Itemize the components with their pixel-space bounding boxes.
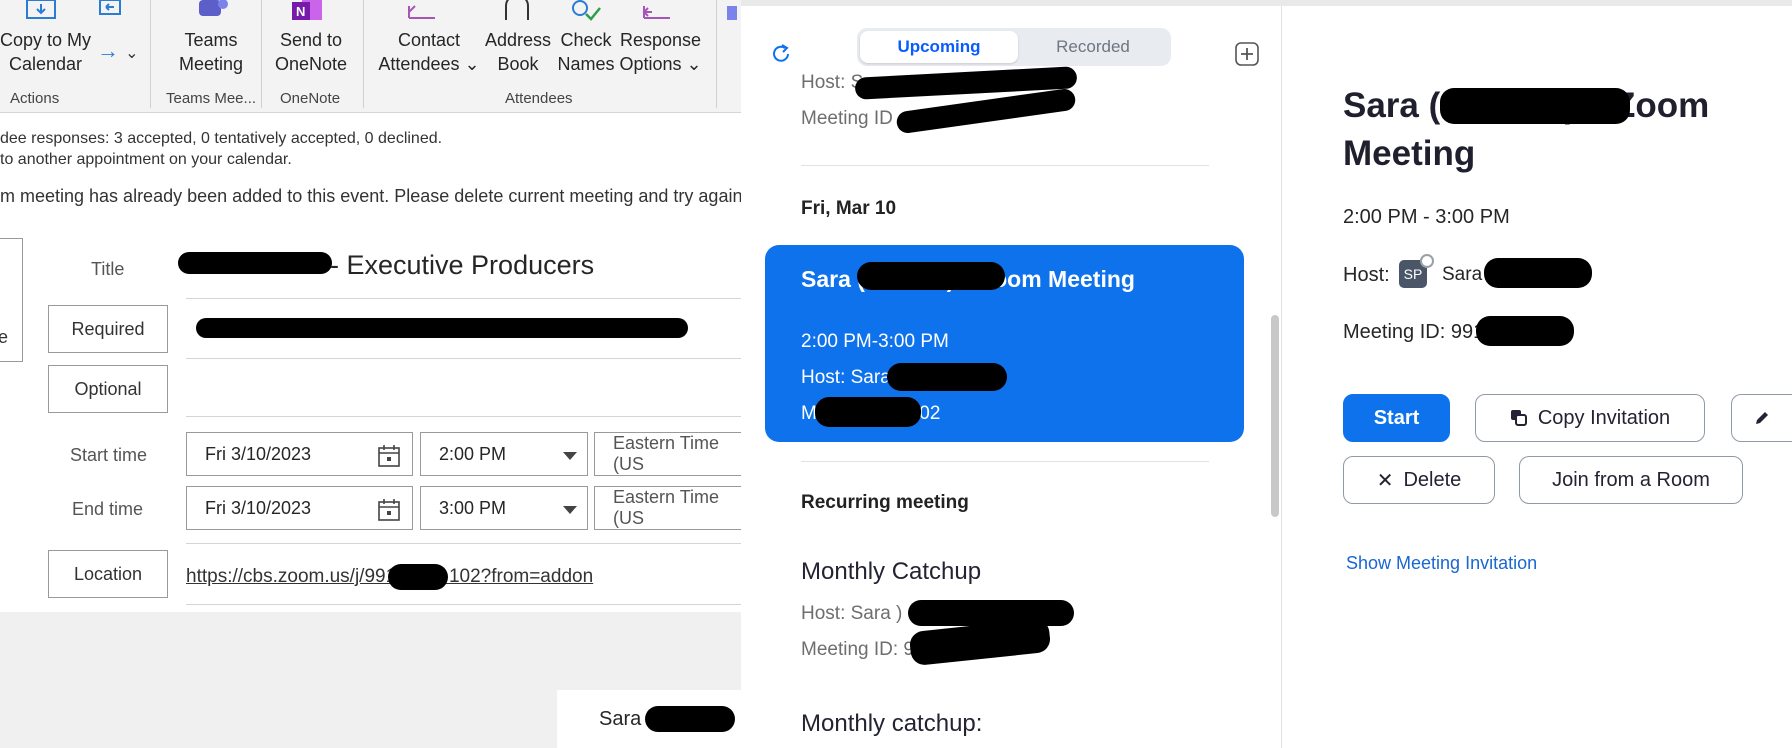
start-time-select[interactable]: 2:00 PM <box>420 432 588 476</box>
check-names-icon <box>572 0 601 21</box>
start-timezone-select[interactable]: Eastern Time (US <box>594 432 754 476</box>
end-timezone-select[interactable]: Eastern Time (US <box>594 486 754 530</box>
meeting-id: Meeting ID: 9 <box>801 639 914 660</box>
tab-recorded[interactable]: Recorded <box>1018 31 1168 63</box>
copy-icon <box>1510 410 1527 426</box>
end-date-picker[interactable]: Fri 3/10/2023 <box>186 486 413 530</box>
delete-button[interactable]: ✕ Delete <box>1343 456 1495 504</box>
contact-attendees-icon <box>408 5 435 19</box>
meeting-card-selected[interactable]: Sara (she/her)'s Zoom Meeting 2:00 PM-3:… <box>765 245 1244 442</box>
outlook-ribbon: Copy to My Calendar → ⌄ Teams Meeting N … <box>0 0 741 113</box>
required-attendees-input[interactable] <box>186 318 741 340</box>
teams-meeting-button[interactable]: Teams Meeting <box>165 28 257 76</box>
detail-host-label: Host: <box>1343 264 1390 286</box>
redaction <box>908 600 1074 626</box>
detail-time: 2:00 PM - 3:00 PM <box>1343 206 1510 228</box>
show-meeting-invitation-link[interactable]: Show Meeting Invitation <box>1346 553 1537 574</box>
calendar-icon <box>378 499 400 521</box>
group-attendees: Attendees <box>505 90 573 107</box>
scrollbar-thumb[interactable] <box>1271 315 1279 517</box>
chevron-down-icon <box>563 506 577 514</box>
status-indicator-icon <box>1420 254 1434 268</box>
start-button[interactable]: Start <box>1343 394 1450 442</box>
meeting-title[interactable]: Monthly Catchup <box>801 558 981 586</box>
meeting-title[interactable]: Monthly catchup: <box>801 710 982 738</box>
redaction <box>178 252 332 274</box>
side-button[interactable]: e <box>0 238 23 362</box>
teams-icon <box>199 0 228 16</box>
info-responses: dee responses: 3 accepted, 0 tentatively… <box>0 130 443 147</box>
title-label: Title <box>91 259 125 279</box>
contact-attendees-button[interactable]: Contact Attendees ⌄ <box>376 28 482 76</box>
edit-button[interactable] <box>1731 394 1792 442</box>
copy-invitation-button[interactable]: Copy Invitation <box>1475 394 1705 442</box>
close-icon: ✕ <box>1376 469 1394 492</box>
svg-text:N: N <box>296 4 305 19</box>
info-adjacent: to another appointment on your calendar. <box>0 151 292 168</box>
body-note: Sara <box>557 690 741 748</box>
response-options-icon <box>642 6 670 19</box>
recurring-header: Recurring meeting <box>801 492 969 513</box>
pencil-icon <box>1756 412 1768 424</box>
required-button[interactable]: Required <box>48 305 168 353</box>
redaction <box>1440 88 1630 124</box>
optional-button[interactable]: Optional <box>48 365 168 413</box>
start-time-label: Start time <box>70 445 148 465</box>
end-time-select[interactable]: 3:00 PM <box>420 486 588 530</box>
forward-icon <box>99 0 121 15</box>
tab-upcoming[interactable]: Upcoming <box>860 31 1018 63</box>
ribbon-overflow-icon <box>727 6 737 20</box>
meeting-tabs: Upcoming Recorded <box>857 28 1171 66</box>
calendar-icon <box>378 445 400 467</box>
meeting-time: 2:00 PM-3:00 PM <box>801 331 949 352</box>
redaction <box>388 564 448 590</box>
info-error: m meeting has already been added to this… <box>0 186 748 206</box>
send-to-onenote-button[interactable]: Send to OneNote <box>268 28 354 76</box>
onenote-icon: N <box>292 0 322 20</box>
end-time-label: End time <box>72 499 144 519</box>
chevron-down-icon <box>563 452 577 460</box>
location-button[interactable]: Location <box>48 550 168 598</box>
response-options-button[interactable]: Response Options ⌄ <box>618 28 703 76</box>
address-book-icon <box>505 0 529 20</box>
group-onenote: OneNote <box>280 90 341 107</box>
meeting-host: Host: Sara ) <box>801 603 903 624</box>
date-header: Fri, Mar 10 <box>801 198 897 219</box>
refresh-icon[interactable] <box>770 43 792 65</box>
address-book-button[interactable]: Address Book <box>480 28 556 76</box>
copy-to-calendar-button[interactable]: Copy to My Calendar <box>0 28 91 76</box>
meeting-id: Meeting ID <box>801 108 893 129</box>
group-teams: Teams Mee... <box>166 90 257 107</box>
add-icon[interactable] <box>1235 42 1259 66</box>
group-actions: Actions <box>10 90 60 107</box>
forward-button[interactable]: → ⌄ <box>97 38 139 64</box>
optional-attendees-input[interactable] <box>186 370 741 410</box>
redaction <box>1484 258 1592 288</box>
title-input[interactable]: - Executive Producers <box>330 250 594 281</box>
redaction <box>1476 316 1574 346</box>
join-from-room-button[interactable]: Join from a Room <box>1519 456 1743 504</box>
calendar-copy-icon <box>26 0 56 19</box>
check-names-button[interactable]: Check Names <box>556 28 616 76</box>
start-date-picker[interactable]: Fri 3/10/2023 <box>186 432 413 476</box>
